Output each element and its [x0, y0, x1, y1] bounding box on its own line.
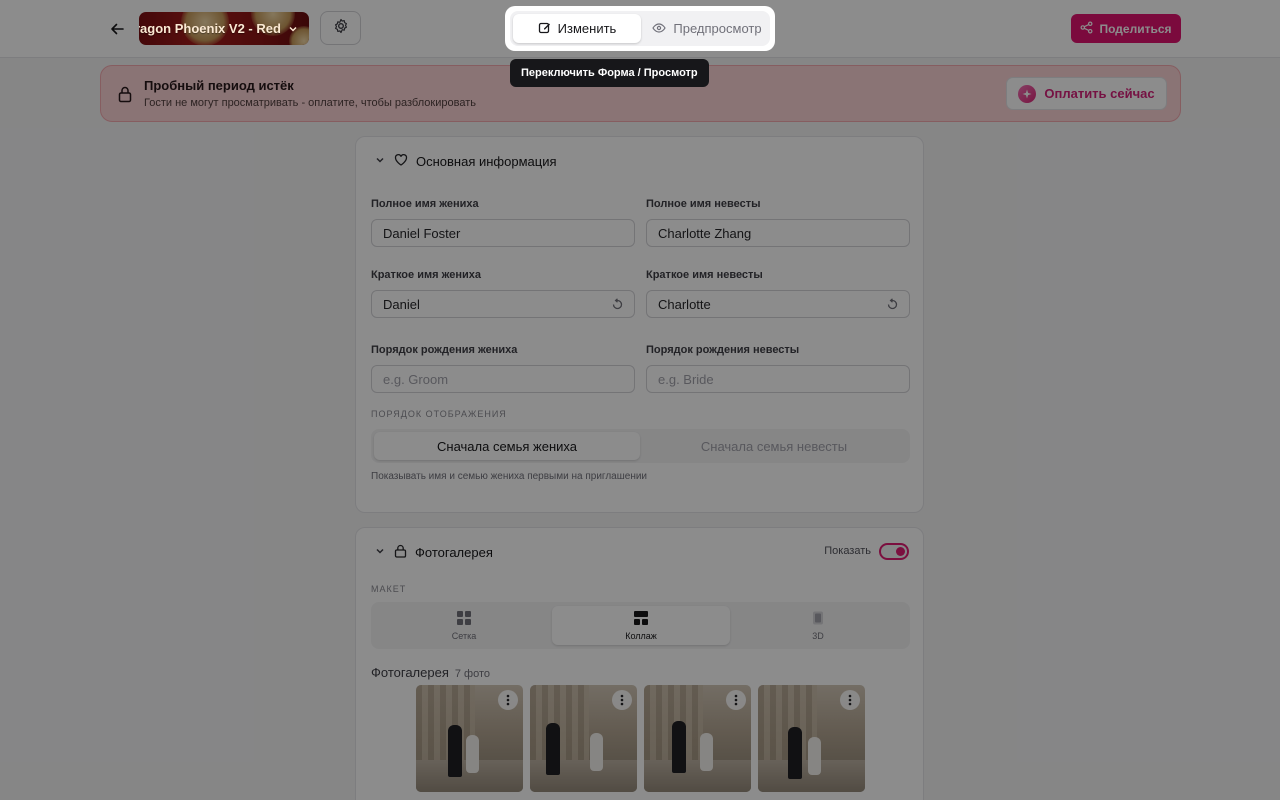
preview-mode-label: Предпросмотр: [673, 21, 762, 36]
mode-switch-track: Изменить Предпросмотр: [510, 11, 770, 46]
edit-icon: [538, 21, 551, 37]
preview-mode-tab[interactable]: Предпросмотр: [646, 14, 768, 43]
template-name: ragon Phoenix V2 - Red: [139, 21, 281, 36]
eye-icon: [652, 21, 667, 36]
edit-mode-label: Изменить: [557, 21, 617, 36]
chevron-down-icon: [287, 22, 299, 40]
mode-switch: Изменить Предпросмотр: [505, 6, 775, 51]
tour-overlay: [0, 0, 1280, 800]
mode-switch-tooltip: Переключить Форма / Просмотр: [510, 59, 709, 87]
edit-mode-tab[interactable]: Изменить: [513, 14, 641, 43]
